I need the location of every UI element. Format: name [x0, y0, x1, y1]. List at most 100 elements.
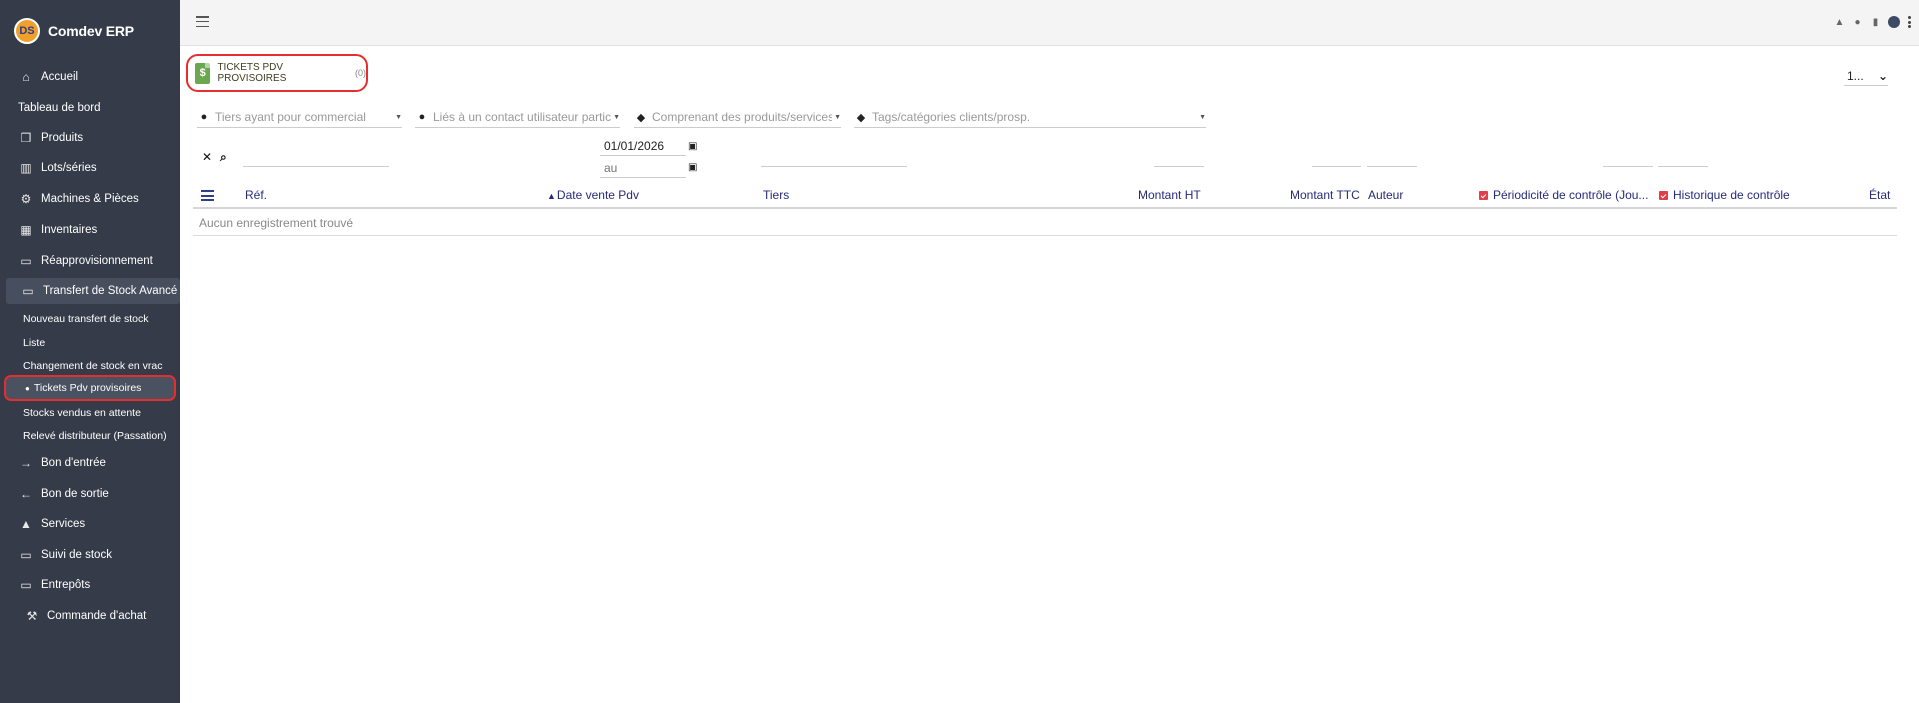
column-date-label: Date vente Pdv — [556, 188, 639, 202]
search-montant-ttc-input[interactable] — [1312, 146, 1361, 167]
list-columns-icon[interactable] — [201, 190, 214, 201]
search-periodicite-input[interactable] — [1603, 146, 1653, 167]
sidebar-subitem-changement-stock[interactable]: Changement de stock en vrac — [0, 355, 180, 377]
column-tiers[interactable]: Tiers — [763, 188, 789, 202]
checkbox-icon — [1659, 191, 1668, 200]
sidebar-subitem-label: Changement de stock en vrac — [23, 360, 163, 372]
search-auteur-input[interactable] — [1367, 146, 1417, 167]
filter-contact-placeholder: Liés à un contact utilisateur partic — [433, 110, 612, 124]
sidebar-item-label: Entrepôts — [41, 579, 91, 591]
date-from-input[interactable] — [600, 136, 686, 156]
search-icon[interactable]: ⌕ — [220, 150, 227, 165]
sidebar-subitem-nouveau-transfert[interactable]: Nouveau transfert de stock — [0, 308, 180, 330]
sidebar-item-inventaires[interactable]: ▦ Inventaires — [0, 217, 180, 243]
sidebar-subitem-liste[interactable]: Liste — [0, 332, 180, 354]
date-to-input[interactable] — [600, 158, 686, 178]
caret-down-icon: ▼ — [395, 113, 402, 121]
chevron-down-icon: ⌄ — [1877, 68, 1888, 83]
sidebar-item-label: Commande d'achat — [47, 610, 147, 622]
avatar[interactable] — [1888, 16, 1900, 28]
column-periodicite-label: Périodicité de contrôle (Jou... — [1493, 188, 1649, 202]
sidebar-subitem-tickets-pdv[interactable]: ● Tickets Pdv provisoires — [4, 375, 176, 401]
cogs-icon: ⚙ — [20, 192, 32, 206]
sidebar-item-label: Lots/séries — [41, 162, 97, 174]
menu-toggle-icon[interactable] — [196, 16, 209, 27]
calendar-icon[interactable]: ▣ — [688, 141, 697, 152]
sidebar-subitem-label: Stocks vendus en attente — [23, 407, 141, 419]
sidebar-item-label: Réapprovisionnement — [41, 255, 153, 267]
sidebar-item-bon-sortie[interactable]: ← Bon de sortie — [0, 481, 180, 507]
arrow-right-icon: → — [20, 456, 32, 470]
sidebar-item-entrepots[interactable]: ▭ Entrepôts — [0, 572, 180, 598]
sidebar-subitem-label: Nouveau transfert de stock — [23, 313, 149, 325]
boxes-icon: ▦ — [20, 223, 32, 237]
filter-tags-placeholder: Tags/catégories clients/prosp. — [872, 110, 1031, 124]
page-title-box: $ TICKETS PDV PROVISOIRES (0) — [186, 54, 368, 92]
sidebar-item-label: Tableau de bord — [18, 102, 101, 114]
sidebar-item-produits[interactable]: ❒ Produits — [0, 125, 180, 151]
topbar: ▲ ● ▮ — [180, 0, 1919, 46]
sidebar-subitem-releve-distributeur[interactable]: Relevé distributeur (Passation) — [0, 425, 180, 447]
bell-icon: ▲ — [20, 517, 32, 531]
arrow-left-icon: ← — [20, 487, 32, 501]
sidebar-item-bon-entree[interactable]: → Bon d'entrée — [0, 450, 180, 476]
caret-down-icon: ▼ — [1199, 113, 1206, 121]
column-ref[interactable]: Réf. — [245, 188, 267, 202]
sidebar-item-label: Inventaires — [41, 224, 98, 236]
column-historique[interactable]: Historique de contrôle — [1659, 188, 1790, 202]
brand[interactable]: DS Comdev ERP — [14, 18, 134, 44]
barcode-icon: ▥ — [20, 161, 32, 175]
search-historique-input[interactable] — [1658, 146, 1708, 167]
notification-icon[interactable]: ▲ — [1834, 17, 1845, 28]
search-montant-ht-input[interactable] — [1154, 146, 1204, 167]
filter-commercial-placeholder: Tiers ayant pour commercial — [215, 110, 366, 124]
topbar-icons: ▲ ● ▮ — [1834, 16, 1911, 28]
filter-tags[interactable]: ◆ Tags/catégories clients/prosp. ▼ — [854, 107, 1206, 128]
sidebar: DS Comdev ERP ⌂ Accueil Tableau de bord … — [0, 0, 180, 703]
column-montant-ttc[interactable]: Montant TTC — [1290, 188, 1360, 202]
brand-logo: DS — [14, 18, 40, 44]
table-header: Réf. ▲Date vente Pdv Tiers Montant HT Mo… — [193, 184, 1897, 209]
trash-icon[interactable]: ▮ — [1870, 17, 1881, 28]
filter-commercial[interactable]: ● Tiers ayant pour commercial ▼ — [197, 107, 402, 128]
sidebar-item-services[interactable]: ▲ Services — [0, 511, 180, 537]
column-etat[interactable]: État — [1869, 188, 1890, 202]
tag-icon: ◆ — [856, 111, 866, 124]
search-tiers-input[interactable] — [761, 146, 907, 167]
home-icon: ⌂ — [22, 70, 30, 84]
pagination-select[interactable]: 1... ⌄ — [1844, 66, 1888, 86]
sidebar-item-label: Transfert de Stock Avancé — [43, 285, 178, 297]
column-montant-ht[interactable]: Montant HT — [1138, 188, 1201, 202]
sidebar-item-accueil[interactable]: ⌂ Accueil — [0, 64, 180, 90]
sidebar-item-suivi-stock[interactable]: ▭ Suivi de stock — [0, 542, 180, 568]
file-invoice-icon: $ — [195, 62, 211, 84]
more-options-icon[interactable] — [1907, 16, 1911, 28]
filter-contact[interactable]: ● Liés à un contact utilisateur partic ▼ — [415, 107, 620, 128]
user-icon: ● — [418, 111, 426, 123]
checkbox-icon — [1479, 191, 1488, 200]
sidebar-item-reapprovisionnement[interactable]: ▭ Réapprovisionnement — [0, 248, 180, 274]
sidebar-item-label: Bon d'entrée — [41, 457, 106, 469]
sidebar-subitem-stocks-vendus[interactable]: Stocks vendus en attente — [0, 402, 180, 424]
sidebar-item-commande-achat[interactable]: ⚒ Commande d'achat — [0, 603, 180, 629]
column-date[interactable]: ▲Date vente Pdv — [547, 188, 639, 202]
sidebar-item-lots-series[interactable]: ▥ Lots/séries — [0, 155, 180, 181]
search-ref-input[interactable] — [243, 146, 389, 167]
filter-produits-placeholder: Comprenant des produits/services — [652, 110, 833, 124]
empty-message: Aucun enregistrement trouvé — [193, 211, 1897, 236]
sidebar-item-tableau-de-bord[interactable]: Tableau de bord — [0, 95, 180, 121]
column-auteur[interactable]: Auteur — [1368, 188, 1403, 202]
caret-down-icon: ▼ — [834, 113, 841, 121]
filter-produits[interactable]: ◆ Comprenant des produits/services ▼ — [634, 107, 841, 128]
clear-filters-icon[interactable]: ✕ — [202, 150, 212, 164]
calendar-icon[interactable]: ▣ — [688, 162, 697, 173]
sidebar-item-label: Suivi de stock — [41, 549, 112, 561]
sidebar-subitem-label: Relevé distributeur (Passation) — [23, 430, 167, 442]
user-icon: ● — [200, 111, 208, 123]
sidebar-item-transfert-stock[interactable]: ▭ Transfert de Stock Avancé — [6, 278, 180, 304]
chat-icon[interactable]: ● — [1852, 17, 1863, 28]
sidebar-item-machines[interactable]: ⚙ Machines & Pièces — [0, 186, 180, 212]
sidebar-subitem-label: Liste — [23, 337, 46, 349]
record-count: (0) — [355, 68, 366, 78]
column-periodicite[interactable]: Périodicité de contrôle (Jou... — [1479, 188, 1648, 202]
